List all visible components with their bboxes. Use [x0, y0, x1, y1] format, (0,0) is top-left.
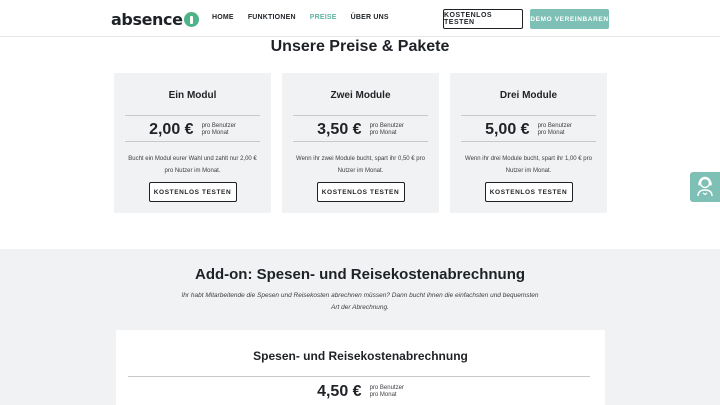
support-agent-icon: [697, 176, 713, 197]
price-unit-month: pro Monat: [369, 130, 397, 136]
card-description: Bucht ein Modul eurer Wahl und zahlt nur…: [128, 156, 257, 174]
free-trial-button[interactable]: KOSTENLOS TESTEN: [484, 182, 573, 202]
card-name: Zwei Module: [330, 90, 391, 101]
price-unit-user: pro Benutzer: [369, 123, 404, 129]
divider: [128, 376, 590, 377]
divider: [125, 141, 260, 142]
addon-description: Ihr habt Mitarbeitende die Spesen und Re…: [181, 292, 539, 311]
price-unit-user: pro Benutzer: [201, 123, 236, 129]
price-unit: pro Benutzer pro Monat: [538, 123, 572, 137]
support-widget-button[interactable]: [690, 172, 720, 202]
pricing-card-one-module: Ein Modul 2,00 € pro Benutzer pro Monat …: [114, 73, 271, 213]
pricing-title: Unsere Preise & Pakete: [270, 38, 450, 55]
divider: [293, 115, 428, 116]
pricing-card-three-modules: Drei Module 5,00 € pro Benutzer pro Mona…: [450, 73, 607, 213]
price: 4,50 €: [317, 383, 362, 400]
logo-text: absence: [111, 9, 183, 29]
divider: [461, 115, 596, 116]
card-name: Ein Modul: [168, 90, 217, 101]
divider: [461, 141, 596, 142]
price: 3,50 €: [317, 121, 362, 138]
logo-mark-icon: [183, 11, 199, 27]
nav-funktionen[interactable]: FUNKTIONEN: [248, 14, 296, 21]
free-trial-button[interactable]: KOSTENLOS TESTEN: [316, 182, 405, 202]
divider: [293, 141, 428, 142]
site-header: absence HOME FUNKTIONEN PREISE ÜBER UNS …: [0, 0, 720, 37]
price-unit: pro Benutzer pro Monat: [202, 123, 236, 137]
pricing-card-two-modules: Zwei Module 3,50 € pro Benutzer pro Mona…: [282, 73, 439, 213]
nav-ueber-uns[interactable]: ÜBER UNS: [351, 14, 389, 21]
free-trial-button[interactable]: KOSTENLOS TESTEN: [148, 182, 237, 202]
price-row: 5,00 € pro Benutzer pro Monat: [450, 121, 607, 139]
price: 5,00 €: [485, 121, 530, 138]
addon-card-name: Spesen- und Reisekostenabrechnung: [253, 349, 468, 363]
price-unit-month: pro Monat: [201, 130, 229, 136]
main-nav: HOME FUNKTIONEN PREISE ÜBER UNS: [212, 14, 403, 21]
header-free-trial-button[interactable]: KOSTENLOS TESTEN: [443, 9, 523, 29]
price-unit-month: pro Monat: [537, 130, 565, 136]
price-row: 2,00 € pro Benutzer pro Monat: [114, 121, 271, 139]
book-demo-button[interactable]: DEMO VEREINBAREN: [530, 9, 609, 29]
card-description: Wenn ihr drei Module bucht, spart ihr 1,…: [465, 156, 592, 174]
card-name: Drei Module: [499, 90, 558, 101]
price-unit-user: pro Benutzer: [537, 123, 572, 129]
card-description: Wenn ihr zwei Module bucht, spart ihr 0,…: [296, 156, 425, 174]
price-unit: pro Benutzer pro Monat: [370, 123, 404, 137]
price: 2,00 €: [149, 121, 194, 138]
nav-preise[interactable]: PREISE: [310, 14, 337, 21]
addon-title: Add-on: Spesen- und Reisekostenabrechnun…: [194, 266, 526, 283]
price-unit-user: pro Benutzer: [369, 385, 404, 391]
price-row: 4,50 € pro Benutzer pro Monat: [116, 383, 605, 401]
nav-home[interactable]: HOME: [212, 14, 234, 21]
price-unit-month: pro Monat: [369, 392, 397, 398]
addon-pricing-card: Spesen- und Reisekostenabrechnung 4,50 €…: [116, 330, 605, 405]
price-unit: pro Benutzer pro Monat: [370, 385, 404, 399]
logo[interactable]: absence: [111, 9, 199, 29]
divider: [125, 115, 260, 116]
price-row: 3,50 € pro Benutzer pro Monat: [282, 121, 439, 139]
